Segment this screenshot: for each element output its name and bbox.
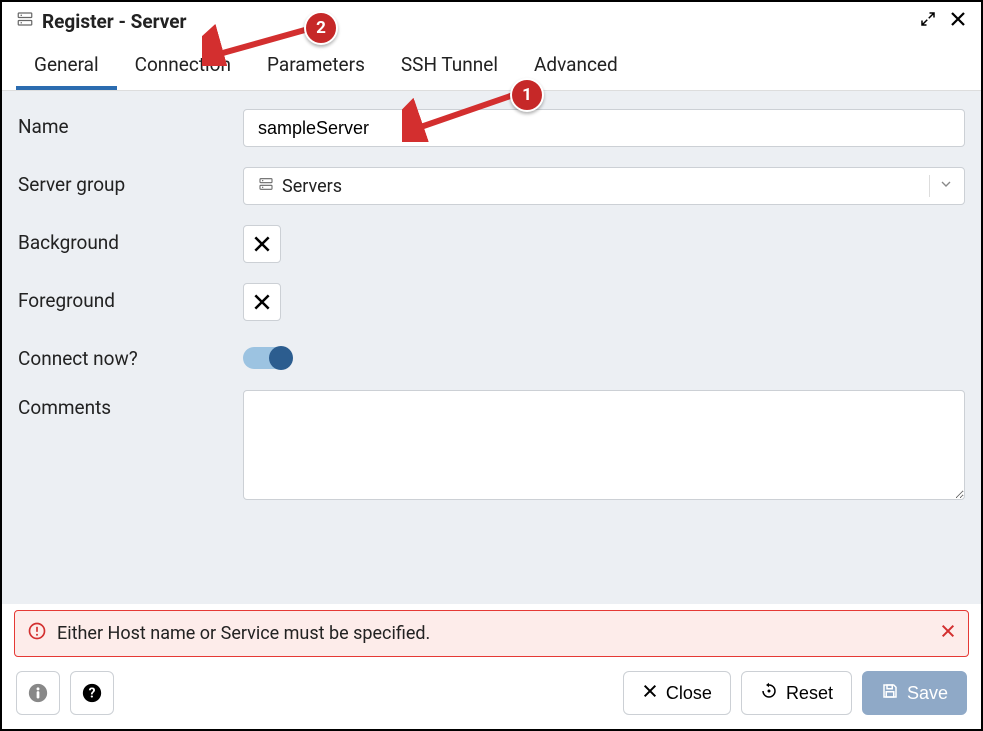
name-input[interactable] bbox=[243, 109, 965, 147]
tabs: General Connection Parameters SSH Tunnel… bbox=[2, 41, 981, 91]
dialog-footer: ? Close Reset Save bbox=[2, 657, 981, 729]
svg-text:?: ? bbox=[89, 686, 96, 702]
row-server-group: Server group Servers bbox=[18, 167, 965, 205]
server-group-select[interactable]: Servers bbox=[243, 167, 965, 205]
toggle-knob bbox=[269, 346, 293, 370]
server-group-icon bbox=[258, 176, 274, 197]
alert-message: Either Host name or Service must be spec… bbox=[57, 623, 430, 644]
tab-content: Name Server group Servers bbox=[2, 91, 981, 604]
titlebar: Register - Server bbox=[2, 2, 981, 41]
label-background: Background bbox=[18, 225, 243, 254]
row-foreground: Foreground bbox=[18, 283, 965, 321]
tab-advanced[interactable]: Advanced bbox=[516, 41, 636, 90]
connect-now-toggle[interactable] bbox=[243, 347, 291, 369]
label-server-group: Server group bbox=[18, 167, 243, 196]
help-button[interactable]: ? bbox=[70, 671, 114, 715]
tab-connection[interactable]: Connection bbox=[117, 41, 249, 90]
label-comments: Comments bbox=[18, 390, 243, 419]
chevron-down-icon bbox=[938, 176, 954, 197]
row-background: Background bbox=[18, 225, 965, 263]
tab-ssh-tunnel[interactable]: SSH Tunnel bbox=[383, 41, 516, 90]
label-name: Name bbox=[18, 109, 243, 138]
save-button[interactable]: Save bbox=[862, 671, 967, 715]
server-icon bbox=[16, 10, 34, 33]
close-button-label: Close bbox=[666, 683, 712, 704]
maximize-icon[interactable] bbox=[919, 10, 937, 33]
comments-textarea[interactable] bbox=[243, 390, 965, 500]
close-button[interactable]: Close bbox=[623, 671, 731, 715]
label-foreground: Foreground bbox=[18, 283, 243, 312]
info-button[interactable] bbox=[16, 671, 60, 715]
dialog-register-server: Register - Server General Connection Par… bbox=[0, 0, 983, 731]
close-icon[interactable] bbox=[949, 10, 967, 33]
row-name: Name bbox=[18, 109, 965, 147]
row-connect-now: Connect now? bbox=[18, 341, 965, 370]
row-comments: Comments bbox=[18, 390, 965, 505]
save-icon bbox=[881, 682, 899, 705]
reset-icon bbox=[760, 682, 778, 705]
label-connect-now: Connect now? bbox=[18, 341, 243, 370]
server-group-value: Servers bbox=[282, 176, 921, 197]
tab-parameters[interactable]: Parameters bbox=[249, 41, 383, 90]
reset-button[interactable]: Reset bbox=[741, 671, 852, 715]
background-color-clear[interactable] bbox=[243, 225, 281, 263]
alert-close-icon[interactable] bbox=[940, 623, 956, 644]
reset-button-label: Reset bbox=[786, 683, 833, 704]
foreground-color-clear[interactable] bbox=[243, 283, 281, 321]
error-alert: Either Host name or Service must be spec… bbox=[14, 610, 969, 657]
tab-general[interactable]: General bbox=[16, 41, 117, 90]
x-icon bbox=[642, 683, 658, 704]
save-button-label: Save bbox=[907, 683, 948, 704]
dialog-title: Register - Server bbox=[42, 10, 186, 33]
alert-icon bbox=[27, 621, 47, 646]
